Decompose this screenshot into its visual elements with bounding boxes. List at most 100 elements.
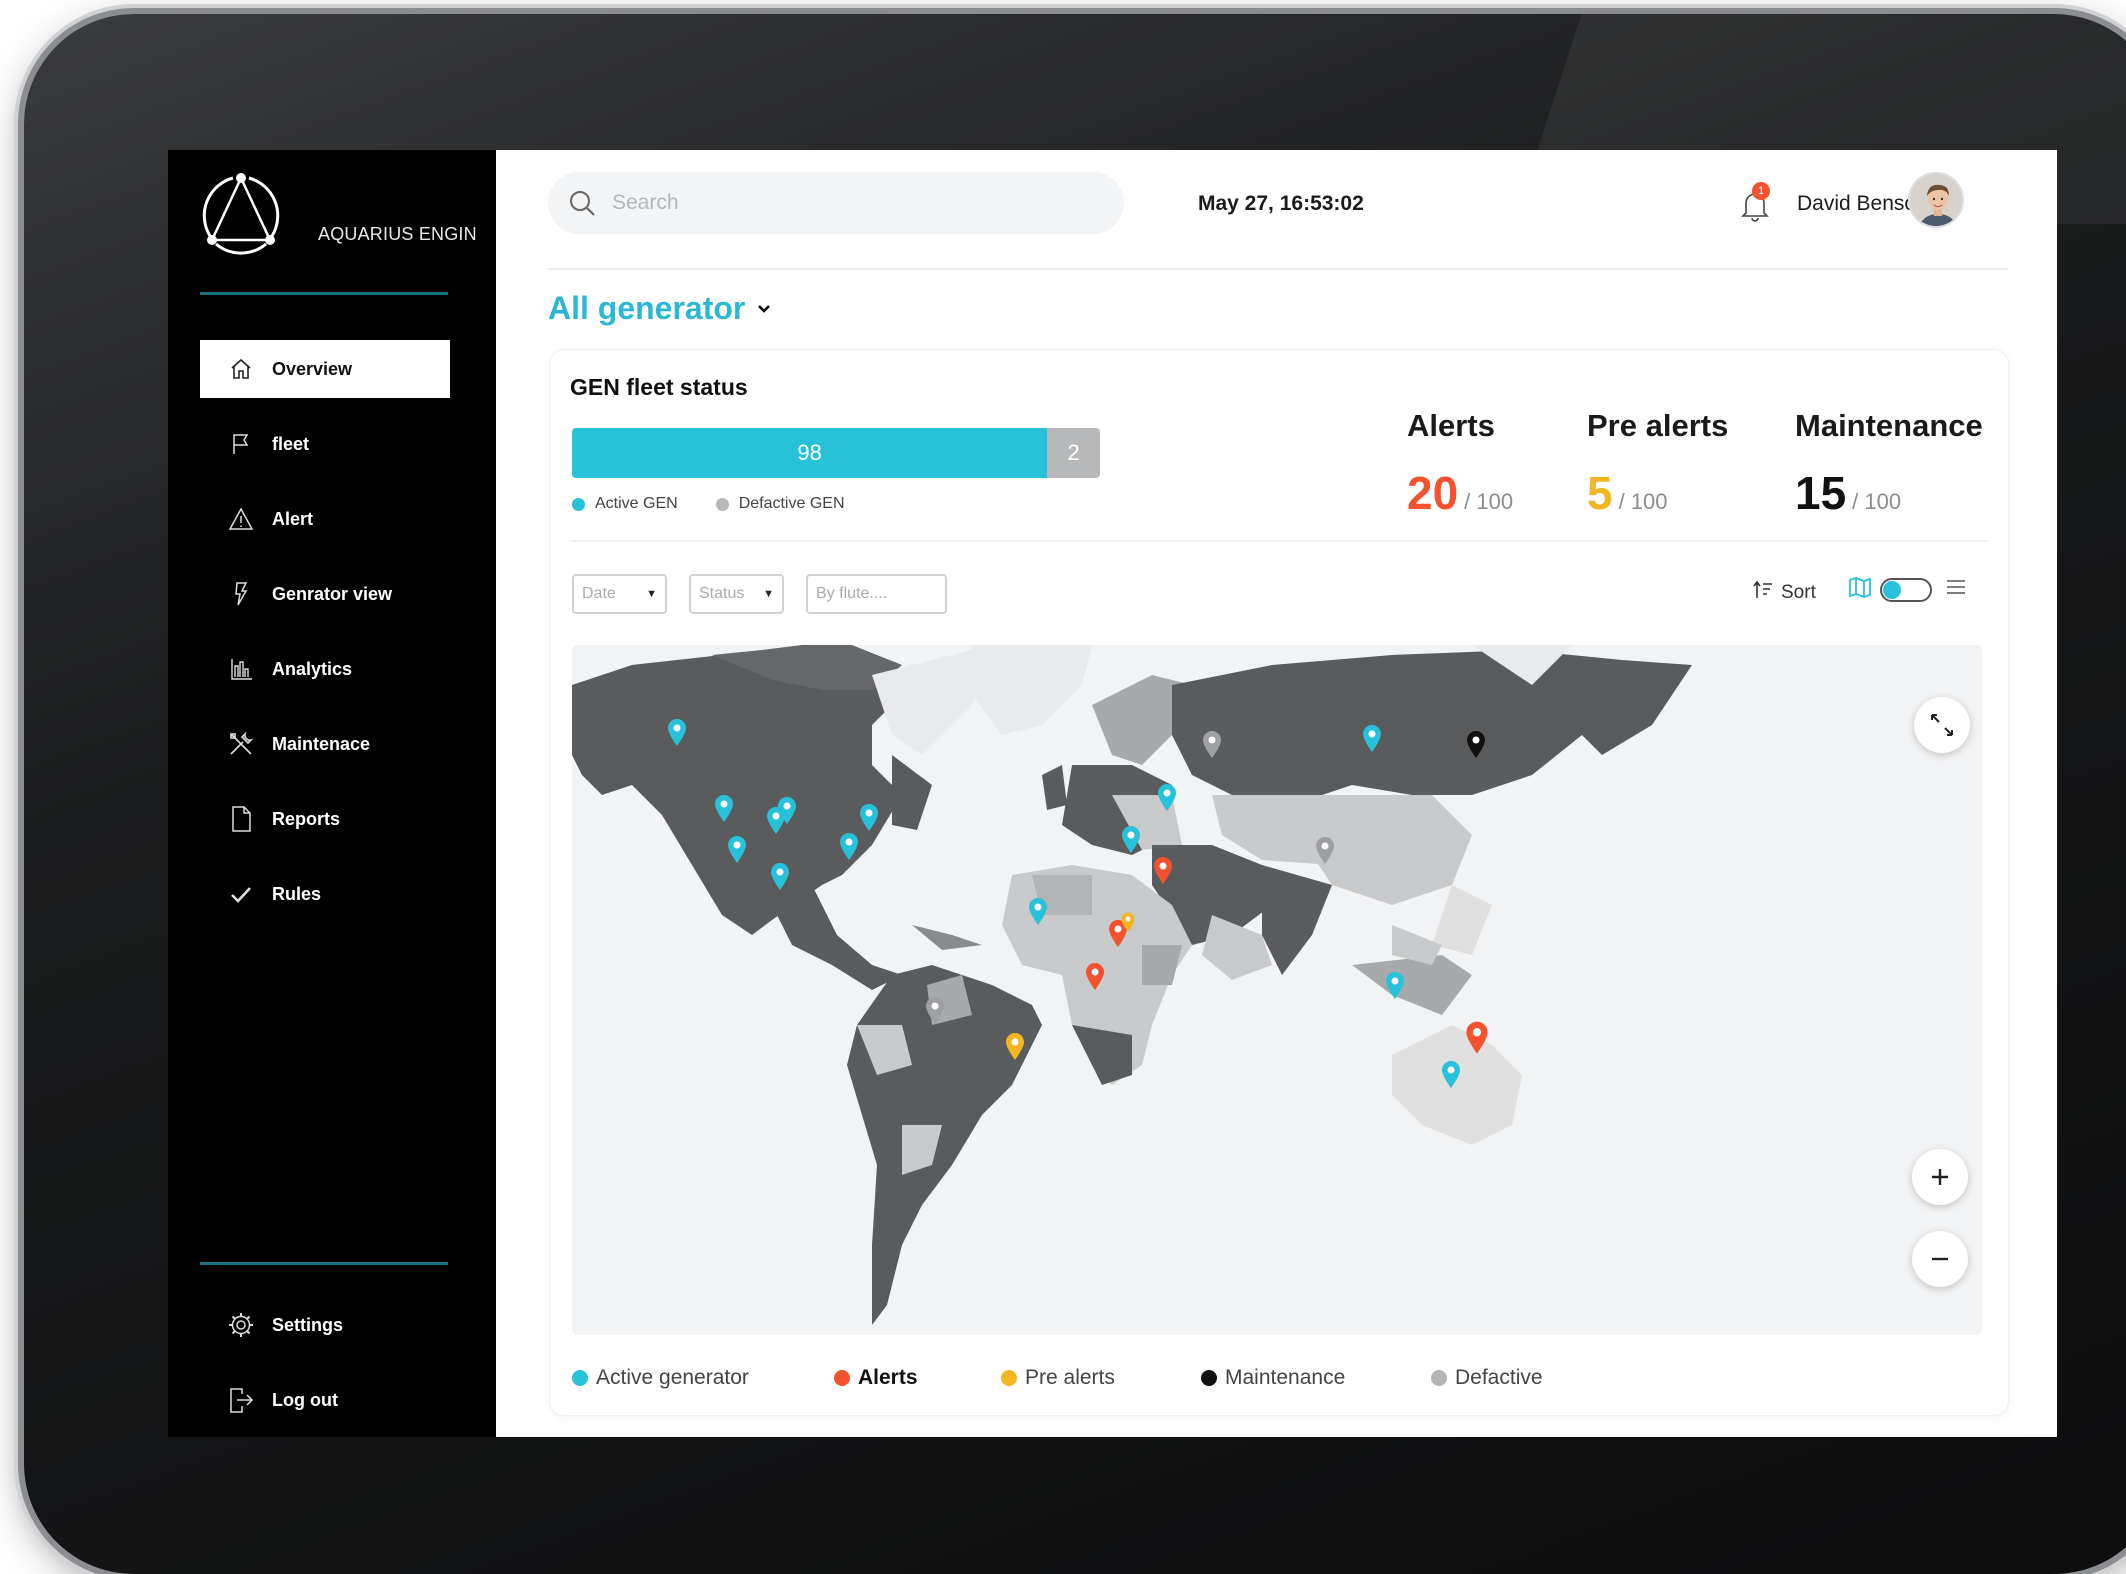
metric-total: / 100 [1464,489,1514,514]
active-generator-pin-icon[interactable] [769,861,791,891]
active-generator-pin-icon[interactable] [1027,896,1049,926]
sidebar-item-alert[interactable]: Alert [200,490,450,548]
generator-selector[interactable]: All generator [548,290,771,327]
fullscreen-button[interactable] [1914,697,1970,753]
logout-icon [228,1387,254,1413]
legend-item-defective: Defactive GEN [715,495,845,513]
legend-item-active-generator: Active generator [572,1366,834,1390]
sidebar-footer: Settings Log out [200,1296,450,1437]
avatar[interactable] [1908,172,1964,228]
legend-item-active: Active GEN [572,495,678,513]
defective-pin-icon[interactable] [1201,729,1223,759]
sidebar-item-label: fleet [272,433,310,454]
sidebar-nav: Overview fleet Alert Genrator view Analy… [200,340,450,940]
defective-dot-icon [1431,1370,1447,1386]
settings-button[interactable]: Settings [200,1296,450,1354]
legend-item-pre-alerts: Pre alerts [1001,1366,1201,1390]
metric-total: / 100 [1618,489,1668,514]
search-icon [568,189,596,217]
active-generator-pin-icon[interactable] [1440,1059,1462,1089]
metric-value: 5 [1587,467,1613,519]
active-dot-icon [572,497,585,511]
card-title: GEN fleet status [570,374,748,400]
main-content: May 27, 16:53:02 1 David Benson [496,150,2057,1437]
legend-item-maintenance: Maintenance [1201,1366,1431,1390]
active-generator-pin-icon[interactable] [858,802,880,832]
active-generator-pin-icon[interactable] [776,795,798,825]
warning-icon [228,506,254,532]
legend-label: Defactive [1455,1366,1543,1389]
active-generator-pin-icon[interactable] [1120,824,1142,854]
alert-pin-icon[interactable] [1152,855,1174,885]
pre-alerts-metric: Pre alerts 5/ 100 [1587,408,1728,520]
world-map-land [572,645,1692,1325]
active-generator-pin-icon[interactable] [1361,723,1383,753]
sidebar-item-fleet[interactable]: fleet [200,415,450,473]
legend-label: Pre alerts [1025,1366,1115,1389]
notifications-button[interactable]: 1 [1740,182,1770,222]
view-toggle-switch[interactable] [1880,577,1932,602]
document-icon [228,806,254,832]
logo-icon [202,173,280,255]
pre-alert-pin-icon[interactable] [1004,1031,1026,1061]
defective-pin-icon[interactable] [1314,835,1336,865]
dropdown-caret-icon: ▼ [646,588,657,600]
notification-badge: 1 [1752,182,1770,200]
list-icon[interactable] [1946,579,1966,600]
tools-icon [228,731,254,757]
defective-dot-icon [715,497,729,511]
current-datetime: May 27, 16:53:02 [1198,192,1364,215]
active-generator-pin-icon[interactable] [713,793,735,823]
tablet-frame: AQUARIUS ENGIN Overview fleet Alert Genr… [24,14,2126,1574]
sort-label: Sort [1781,582,1816,603]
sidebar-item-analytics[interactable]: Analytics [200,640,450,698]
sidebar-item-label: Overview [272,358,353,379]
map-icon[interactable] [1848,576,1872,603]
search-bar[interactable] [548,172,1124,234]
date-filter-label: Date [582,585,616,602]
search-input[interactable] [610,190,1094,216]
plus-icon [1932,1169,1948,1185]
sidebar-item-generator-view[interactable]: Genrator view [200,565,450,623]
active-generator-pin-icon[interactable] [726,834,748,864]
world-map[interactable] [572,645,1982,1335]
active-generator-pin-icon[interactable] [666,717,688,747]
sidebar-divider [200,1262,448,1265]
sidebar-item-overview[interactable]: Overview [200,340,450,398]
sidebar-item-label: Maintenace [272,733,371,754]
bar-chart-icon [228,656,254,682]
flag-icon [228,431,254,457]
metric-label: Pre alerts [1587,408,1729,443]
expand-icon [1931,714,1953,736]
status-filter[interactable]: Status ▼ [689,574,784,614]
sort-icon [1753,580,1773,606]
legend-label: Alerts [858,1366,918,1389]
bolt-icon [228,581,254,607]
app-screen: AQUARIUS ENGIN Overview fleet Alert Genr… [168,150,2057,1437]
sidebar-item-maintenance[interactable]: Maintenace [200,715,450,773]
sidebar-item-rules[interactable]: Rules [200,865,450,923]
active-generator-pin-icon[interactable] [1156,782,1178,812]
card-divider [570,540,1988,542]
view-toggle [1848,576,1966,603]
date-filter[interactable]: Date ▼ [572,574,667,614]
map-legend: Active generator Alerts Pre alerts Maint… [572,1366,1543,1390]
sort-button[interactable]: Sort [1753,580,1816,606]
logout-button[interactable]: Log out [200,1371,450,1429]
active-generator-pin-icon[interactable] [1384,970,1406,1000]
status-filter-label: Status [699,585,745,602]
active-generator-pin-icon[interactable] [838,831,860,861]
zoom-out-button[interactable] [1912,1231,1968,1287]
legend-label: Active generator [596,1366,749,1389]
sidebar-item-reports[interactable]: Reports [200,790,450,848]
by-flute-input[interactable]: By flute.... [806,574,947,614]
maintenance-pin-icon[interactable] [1465,729,1487,759]
alerts-metric: Alerts 20/ 100 [1407,408,1513,520]
defective-pin-icon[interactable] [924,995,946,1025]
pre-alert-pin-icon[interactable] [1120,911,1136,933]
zoom-in-button[interactable] [1912,1149,1968,1205]
alert-pin-icon[interactable] [1084,961,1106,991]
chevron-down-icon [757,298,771,319]
alert-pin-icon[interactable] [1464,1019,1490,1055]
logo: AQUARIUS ENGIN [196,170,496,270]
